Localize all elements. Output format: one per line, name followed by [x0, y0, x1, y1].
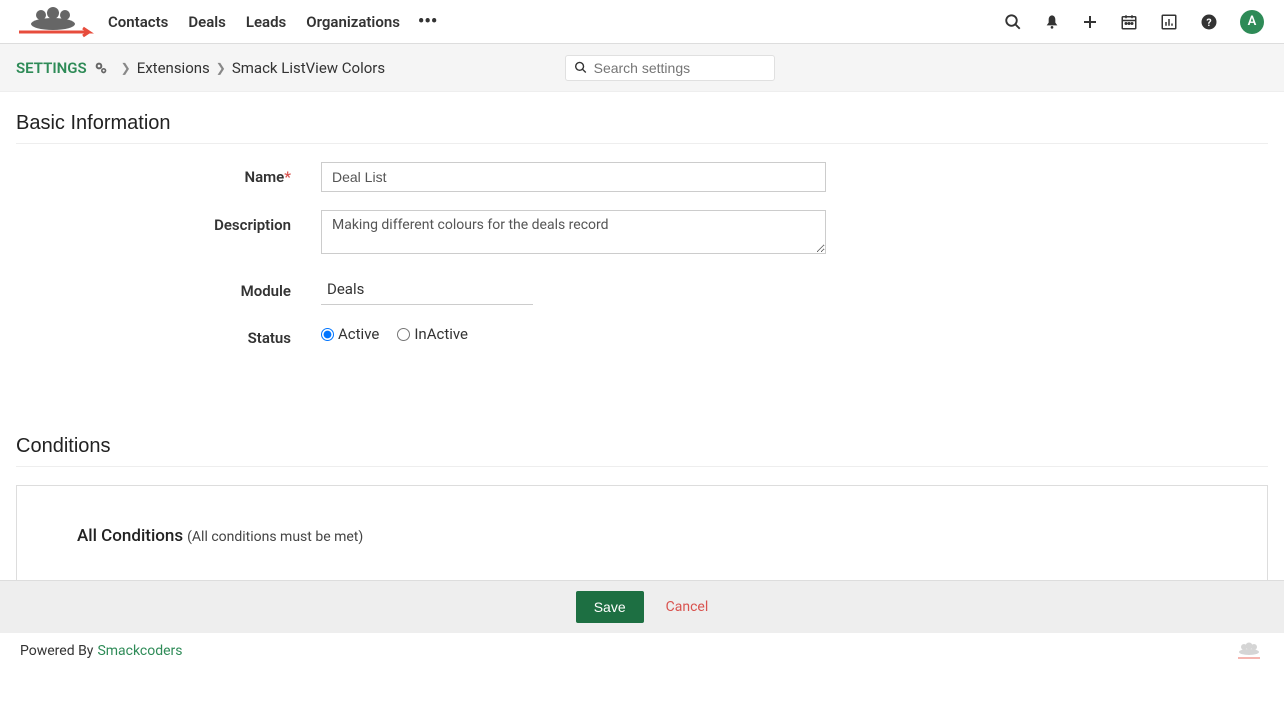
footer-logo-icon: [1234, 641, 1264, 661]
all-conditions-title: All Conditions: [77, 526, 183, 546]
app-logo[interactable]: [8, 6, 98, 38]
calendar-icon[interactable]: [1120, 13, 1138, 31]
chevron-right-icon: ❯: [216, 61, 226, 75]
chart-icon[interactable]: [1160, 13, 1178, 31]
search-settings-input[interactable]: [594, 60, 767, 76]
top-nav: Contacts Deals Leads Organizations ••• ?…: [0, 0, 1284, 44]
nav-organizations[interactable]: Organizations: [306, 13, 400, 31]
label-name: Name*: [16, 162, 321, 186]
svg-text:?: ?: [1206, 15, 1211, 28]
plus-icon[interactable]: [1082, 14, 1098, 30]
nav-right: ? A: [1004, 10, 1276, 34]
cancel-button[interactable]: Cancel: [666, 599, 709, 615]
footer-powered: Powered By: [20, 643, 93, 659]
conditions-box: All Conditions (All conditions must be m…: [16, 485, 1268, 587]
breadcrumb-root[interactable]: SETTINGS: [16, 59, 87, 77]
nav-links: Contacts Deals Leads Organizations •••: [98, 11, 437, 32]
name-input[interactable]: [321, 162, 826, 192]
divider: [16, 466, 1268, 467]
chevron-right-icon: ❯: [121, 61, 131, 75]
footer-company-link[interactable]: Smackcoders: [97, 643, 182, 659]
nav-deals[interactable]: Deals: [188, 13, 226, 31]
section-conditions-title: Conditions: [16, 435, 1268, 458]
breadcrumb-current: Smack ListView Colors: [232, 59, 385, 77]
divider: [16, 143, 1268, 144]
status-active[interactable]: Active: [321, 325, 379, 343]
basic-form: Name* Description Making different colou…: [16, 162, 1268, 347]
status-active-radio[interactable]: [321, 328, 334, 341]
description-textarea[interactable]: Making different colours for the deals r…: [321, 210, 826, 254]
search-settings[interactable]: [565, 55, 775, 81]
label-module: Module: [16, 276, 321, 300]
settings-gear-icon[interactable]: [93, 60, 109, 76]
status-inactive-radio[interactable]: [397, 328, 410, 341]
section-basic-title: Basic Information: [16, 112, 1268, 135]
save-button[interactable]: Save: [576, 591, 644, 623]
search-icon: [574, 60, 587, 75]
action-bar: Save Cancel: [0, 580, 1284, 633]
nav-leads[interactable]: Leads: [246, 13, 286, 31]
help-icon[interactable]: ?: [1200, 13, 1218, 31]
breadcrumb-extensions[interactable]: Extensions: [137, 59, 210, 77]
avatar[interactable]: A: [1240, 10, 1264, 34]
nav-contacts[interactable]: Contacts: [108, 13, 168, 31]
label-description: Description: [16, 210, 321, 234]
breadcrumb: SETTINGS ❯ Extensions ❯ Smack ListView C…: [0, 44, 1284, 92]
module-select[interactable]: Deals: [321, 276, 533, 305]
nav-more-icon[interactable]: •••: [418, 11, 437, 32]
bell-icon[interactable]: [1044, 13, 1060, 31]
search-icon[interactable]: [1004, 13, 1022, 31]
status-inactive[interactable]: InActive: [397, 325, 468, 343]
footer: Powered By Smackcoders: [0, 632, 1284, 669]
all-conditions-sub-text: (All conditions must be met): [187, 529, 363, 545]
label-status: Status: [16, 323, 321, 347]
